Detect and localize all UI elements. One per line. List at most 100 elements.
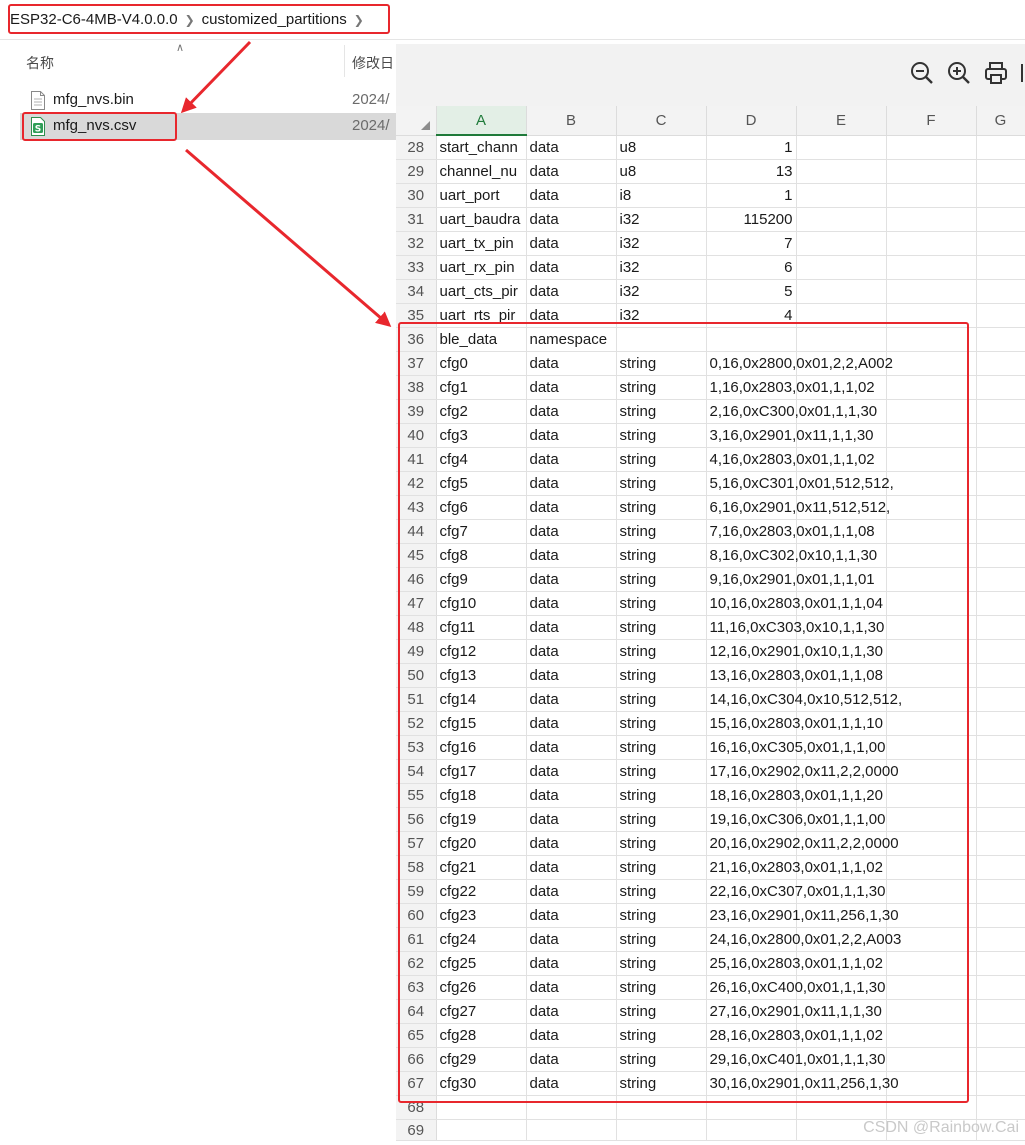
cell-e[interactable] (796, 135, 887, 160)
cell-c[interactable]: i32 (616, 279, 707, 304)
cell-e[interactable] (796, 279, 887, 304)
cell-g[interactable] (976, 279, 1025, 304)
cell-g[interactable] (976, 687, 1025, 712)
column-divider[interactable] (344, 45, 345, 77)
cell-f[interactable] (886, 159, 977, 184)
cell-e[interactable] (796, 255, 887, 280)
cell-g[interactable] (976, 663, 1025, 688)
cell-d[interactable]: 13 (706, 159, 797, 184)
cell-d[interactable]: 6 (706, 255, 797, 280)
cell-g[interactable] (976, 735, 1025, 760)
column-header-c[interactable]: C (616, 106, 707, 136)
cell-c[interactable]: i32 (616, 207, 707, 232)
row-number[interactable]: 30 (396, 183, 437, 208)
cell-g[interactable] (976, 183, 1025, 208)
cell-g[interactable] (976, 471, 1025, 496)
sort-caret-icon[interactable]: ∧ (176, 41, 184, 54)
cell-c[interactable] (616, 1119, 707, 1141)
cell-f[interactable] (886, 255, 977, 280)
cell-g[interactable] (976, 351, 1025, 376)
row-number[interactable]: 31 (396, 207, 437, 232)
cell-g[interactable] (976, 807, 1025, 832)
cell-a[interactable]: uart_rx_pin (436, 255, 527, 280)
cell-g[interactable] (976, 711, 1025, 736)
cell-d[interactable]: 7 (706, 231, 797, 256)
cell-g[interactable] (976, 423, 1025, 448)
cell-b[interactable]: data (526, 159, 617, 184)
cell-g[interactable] (976, 1023, 1025, 1048)
cell-f[interactable] (886, 135, 977, 160)
cell-g[interactable] (976, 759, 1025, 784)
cell-g[interactable] (976, 591, 1025, 616)
cell-g[interactable] (976, 231, 1025, 256)
cell-g[interactable] (976, 303, 1025, 328)
row-number[interactable]: 33 (396, 255, 437, 280)
column-header-e[interactable]: E (796, 106, 887, 136)
cell-b[interactable] (526, 1119, 617, 1141)
cell-g[interactable] (976, 783, 1025, 808)
cell-g[interactable] (976, 951, 1025, 976)
cell-f[interactable] (886, 279, 977, 304)
cell-g[interactable] (976, 975, 1025, 1000)
cell-g[interactable] (976, 327, 1025, 352)
column-header-g[interactable]: G (976, 106, 1025, 136)
zoom-out-icon[interactable] (909, 60, 935, 86)
cell-d[interactable]: 1 (706, 135, 797, 160)
row-number[interactable]: 34 (396, 279, 437, 304)
cell-g[interactable] (976, 855, 1025, 880)
cell-f[interactable] (886, 231, 977, 256)
row-number[interactable]: 69 (396, 1119, 437, 1141)
cell-b[interactable]: data (526, 255, 617, 280)
row-number[interactable]: 32 (396, 231, 437, 256)
cell-b[interactable]: data (526, 207, 617, 232)
row-number[interactable]: 29 (396, 159, 437, 184)
cell-g[interactable] (976, 1047, 1025, 1072)
cell-g[interactable] (976, 831, 1025, 856)
cell-d[interactable] (706, 1119, 797, 1141)
cell-g[interactable] (976, 519, 1025, 544)
cell-f[interactable] (886, 207, 977, 232)
cell-g[interactable] (976, 1071, 1025, 1096)
print-icon[interactable] (983, 60, 1009, 86)
column-date-header[interactable]: 修改日 (352, 53, 394, 73)
cell-f[interactable] (886, 183, 977, 208)
cell-g[interactable] (976, 447, 1025, 472)
cell-e[interactable] (796, 183, 887, 208)
cell-c[interactable]: u8 (616, 135, 707, 160)
cell-e[interactable] (796, 231, 887, 256)
cell-a[interactable]: channel_nu (436, 159, 527, 184)
cell-g[interactable] (976, 567, 1025, 592)
cell-g[interactable] (976, 135, 1025, 160)
row-number[interactable]: 28 (396, 135, 437, 160)
column-header-f[interactable]: F (886, 106, 977, 136)
cell-a[interactable] (436, 1119, 527, 1141)
cell-g[interactable] (976, 927, 1025, 952)
cell-a[interactable]: uart_baudra (436, 207, 527, 232)
cell-c[interactable]: u8 (616, 159, 707, 184)
cell-g[interactable] (976, 999, 1025, 1024)
cell-g[interactable] (976, 207, 1025, 232)
cell-d[interactable]: 5 (706, 279, 797, 304)
cell-a[interactable]: start_chann (436, 135, 527, 160)
cell-b[interactable]: data (526, 231, 617, 256)
cell-b[interactable]: data (526, 135, 617, 160)
column-header-b[interactable]: B (526, 106, 617, 136)
cell-g[interactable] (976, 879, 1025, 904)
file-item-bin[interactable]: mfg_nvs.bin 2024/ (20, 87, 396, 114)
cell-e[interactable] (796, 159, 887, 184)
select-all-corner[interactable] (396, 106, 437, 136)
cell-g[interactable] (976, 615, 1025, 640)
cell-a[interactable]: uart_port (436, 183, 527, 208)
cell-g[interactable] (976, 255, 1025, 280)
cell-g[interactable] (976, 1095, 1025, 1120)
zoom-in-icon[interactable] (946, 60, 972, 86)
cell-b[interactable]: data (526, 279, 617, 304)
cell-g[interactable] (976, 543, 1025, 568)
column-header-d[interactable]: D (706, 106, 797, 136)
column-name-header[interactable]: 名称 (26, 53, 54, 73)
cell-a[interactable]: uart_tx_pin (436, 231, 527, 256)
cell-a[interactable]: uart_cts_pir (436, 279, 527, 304)
column-header-a[interactable]: A (436, 106, 527, 136)
cell-g[interactable] (976, 639, 1025, 664)
cell-e[interactable] (796, 207, 887, 232)
